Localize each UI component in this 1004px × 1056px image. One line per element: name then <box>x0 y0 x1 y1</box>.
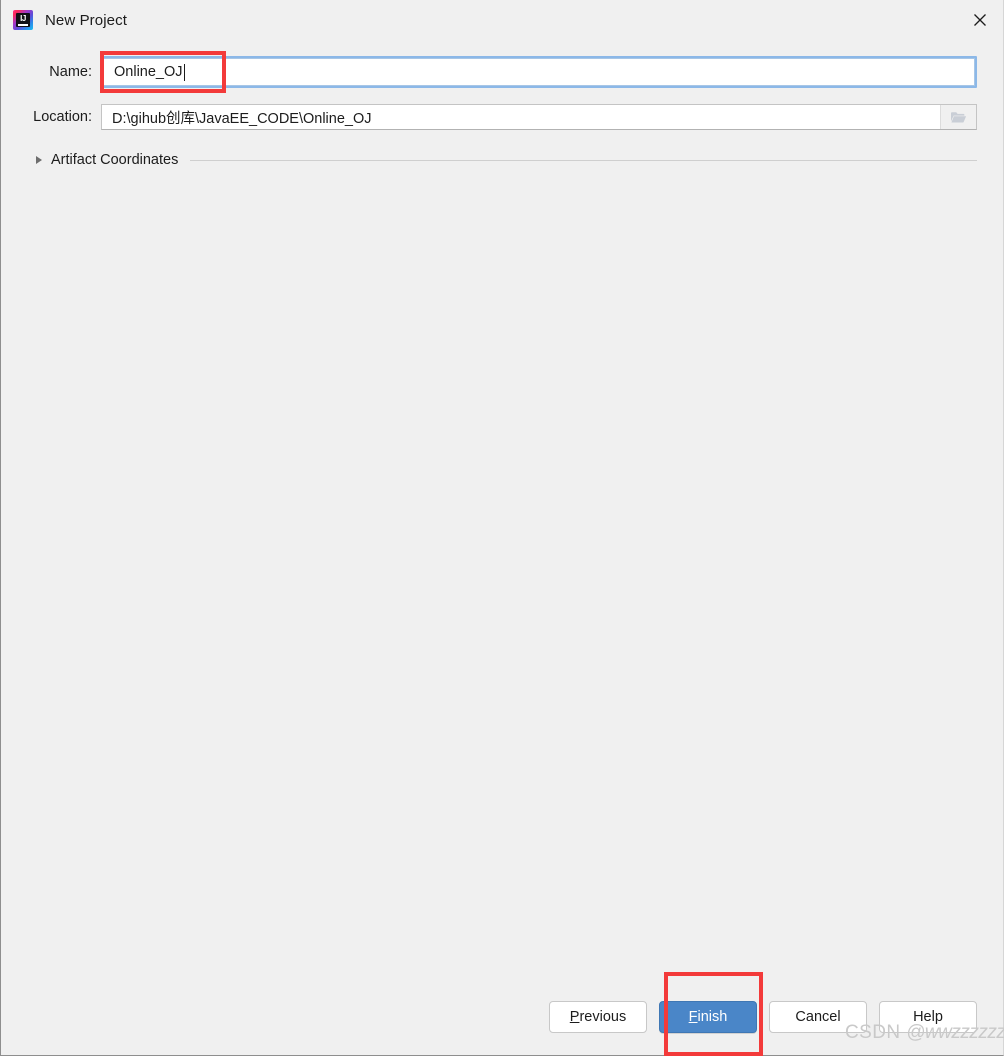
location-input[interactable]: D:\gihub创库\JavaEE_CODE\Online_OJ <box>101 104 977 130</box>
intellij-idea-icon: IJ <box>13 10 33 30</box>
csdn-watermark: CSDN @wwzzzzzzzz <box>845 1022 1004 1044</box>
previous-button[interactable]: Previous <box>549 1001 647 1033</box>
name-row: Name: Online_OJ <box>1 55 1004 89</box>
artifact-coordinates-row: Artifact Coordinates <box>1 148 1004 172</box>
finish-button[interactable]: Finish <box>659 1001 757 1033</box>
artifact-separator <box>190 159 977 161</box>
name-input-value: Online_OJ <box>114 64 183 80</box>
location-label: Location: <box>33 109 92 125</box>
artifact-coordinates-label: Artifact Coordinates <box>51 152 179 168</box>
title-bar: IJ New Project <box>1 0 1003 40</box>
finish-label-rest: inish <box>697 1009 728 1025</box>
location-input-value: D:\gihub创库\JavaEE_CODE\Online_OJ <box>112 110 372 127</box>
folder-icon[interactable] <box>940 105 976 129</box>
name-input[interactable]: Online_OJ <box>103 58 975 86</box>
previous-label-rest: revious <box>579 1009 627 1025</box>
text-caret <box>183 63 185 81</box>
new-project-dialog: IJ New Project Name: Online_OJ Location: <box>0 0 1004 1056</box>
window-title: New Project <box>45 11 127 29</box>
cancel-label: Cancel <box>795 1009 841 1025</box>
name-label: Name: <box>49 64 92 80</box>
finish-mnemonic: F <box>688 1009 698 1025</box>
watermark-brand: CSDN <box>845 1022 901 1043</box>
watermark-handle: @wwzzzzzzzz <box>906 1022 1004 1043</box>
name-input-wrapper: Online_OJ <box>101 56 977 88</box>
artifact-coordinates-toggle[interactable]: Artifact Coordinates <box>36 152 178 168</box>
dialog-content: Name: Online_OJ Location: D:\gihub创库\Jav… <box>1 40 1003 1055</box>
close-icon[interactable] <box>957 0 1003 40</box>
previous-mnemonic: P <box>569 1009 580 1025</box>
chevron-right-icon <box>36 156 42 164</box>
location-row: Location: D:\gihub创库\JavaEE_CODE\Online_… <box>1 102 1004 132</box>
